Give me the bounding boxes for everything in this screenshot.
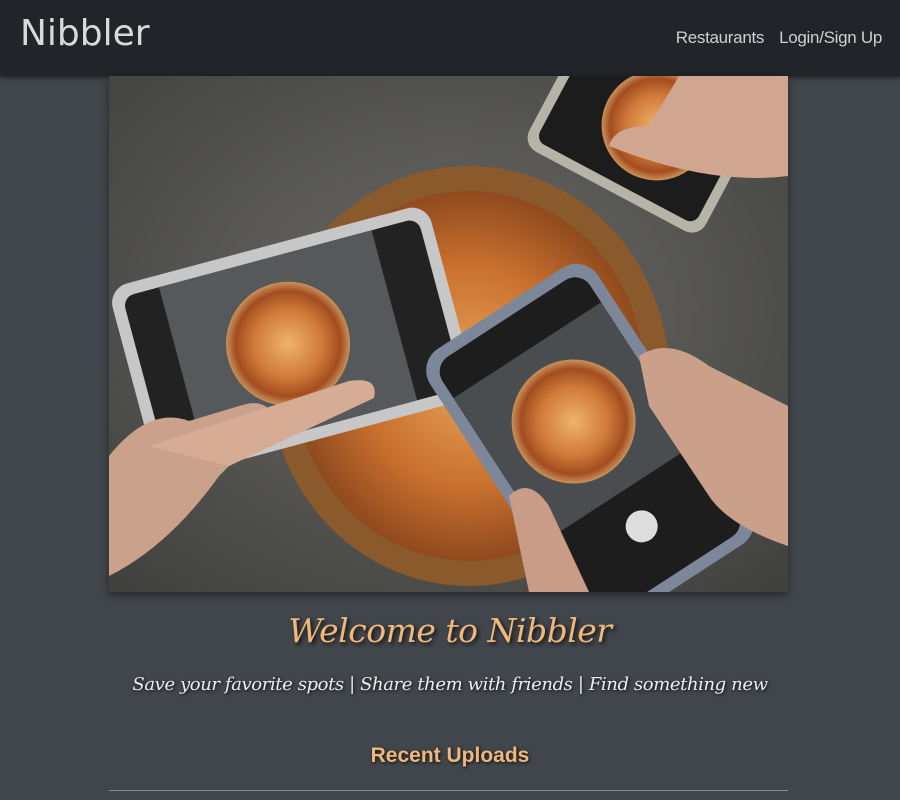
nav-link-login-signup[interactable]: Login/Sign Up bbox=[779, 28, 882, 48]
nav-link-restaurants[interactable]: Restaurants bbox=[676, 28, 765, 48]
page-subtitle: Save your favorite spots | Share them wi… bbox=[132, 674, 768, 695]
recent-uploads-heading: Recent Uploads bbox=[370, 744, 530, 767]
divider bbox=[109, 790, 788, 791]
nav-links: Restaurants Login/Sign Up bbox=[676, 28, 883, 48]
brand-logo-link[interactable]: Nibbler bbox=[20, 13, 150, 54]
pizza-photo-image bbox=[109, 76, 788, 592]
hero-image bbox=[109, 76, 788, 592]
page-title: Welcome to Nibbler bbox=[288, 611, 612, 650]
navbar: Nibbler Restaurants Login/Sign Up bbox=[0, 0, 900, 76]
